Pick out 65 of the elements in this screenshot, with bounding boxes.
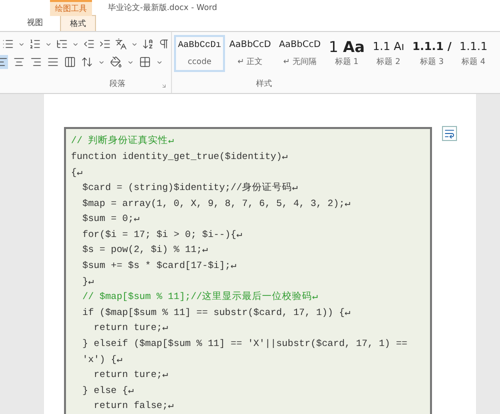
dropdown-caret-icon[interactable] xyxy=(156,58,163,66)
line-spacing-icon[interactable] xyxy=(81,56,93,68)
dropdown-caret-icon[interactable] xyxy=(45,40,52,48)
dialog-launcher-icon[interactable] xyxy=(161,83,167,90)
style-preview: 1.1 Aı xyxy=(372,39,404,55)
code-line: $sum += $s * $card[17-$i];↵ xyxy=(81,259,238,274)
style-preview: 1 Aa xyxy=(328,39,365,55)
code-line: return false;↵ xyxy=(92,399,175,414)
code-line: if ($map[$sum % 11] == substr($card, 17, 1)) {↵ xyxy=(81,306,352,320)
window-title: 毕业论文-最新版.docx - Word xyxy=(108,2,218,14)
borders-icon[interactable] xyxy=(139,56,151,68)
code-line: function identity_get_true($identity)↵ xyxy=(71,150,289,164)
code-line: $card = (string)$identity;//身份证号码↵ xyxy=(81,181,299,196)
shading-icon[interactable] xyxy=(110,56,122,68)
style-gallery-item[interactable]: 1 Aa 标题 1 xyxy=(324,35,369,72)
style-name: 标题 3 xyxy=(420,56,444,68)
code-line: {↵ xyxy=(71,166,84,180)
align-center-icon[interactable] xyxy=(13,56,25,68)
dropdown-caret-icon[interactable] xyxy=(18,40,25,48)
dropdown-caret-icon[interactable] xyxy=(72,40,79,48)
code-line: $sum = 0;↵ xyxy=(81,212,140,226)
increase-indent-icon[interactable] xyxy=(99,38,111,50)
style-name: ↵ 正文 xyxy=(237,56,263,68)
code-line: // $map[$sum % 11];//这里显示最后一位校验码↵ xyxy=(81,290,319,304)
code-line: for($i = 17; $i > 0; $i--){↵ xyxy=(81,228,244,242)
code-line: 'x') {↵ xyxy=(81,352,124,367)
style-name: 标题 2 xyxy=(376,56,400,68)
code-line: // 判断身份证真实性↵ xyxy=(71,134,175,148)
sort-icon[interactable] xyxy=(142,38,154,50)
style-gallery-item[interactable]: AaBbCcD ↵ 正文 xyxy=(225,35,275,72)
style-gallery-item[interactable]: 1.1.1 标题 4 xyxy=(455,35,492,72)
group-label: 样式 xyxy=(256,78,272,90)
code-line: return ture;↵ xyxy=(92,368,169,382)
style-gallery-item[interactable]: AaBbCcDı ccode xyxy=(174,35,226,72)
style-preview: 1.1.1 xyxy=(459,39,488,55)
style-gallery-item[interactable]: 1.1 Aı 标题 2 xyxy=(368,35,408,72)
style-name: 标题 4 xyxy=(462,56,486,68)
code-line: $map = array(1, 0, X, 9, 8, 7, 6, 5, 4, 3, 2);↵ xyxy=(81,196,352,211)
style-preview: AaBbCcD xyxy=(229,39,271,52)
show-marks-icon[interactable] xyxy=(158,38,170,50)
code-line: } else {↵ xyxy=(81,384,135,398)
ribbon-tab[interactable]: 视图 xyxy=(18,15,52,31)
justify-icon[interactable] xyxy=(47,56,59,68)
style-gallery-item[interactable]: AaBbCcD ↵ 无间隔 xyxy=(274,35,325,72)
dropdown-caret-icon[interactable] xyxy=(131,40,138,48)
multilevel-list-icon[interactable] xyxy=(56,38,68,50)
style-preview: AaBbCcD xyxy=(278,39,321,52)
dropdown-caret-icon[interactable] xyxy=(127,58,134,66)
style-preview: 1.1.1 / xyxy=(412,39,452,55)
code-line: $s = pow(2, $i) % 11;↵ xyxy=(81,243,209,258)
contextual-tab-group: 绘图工具 xyxy=(50,0,92,16)
code-line: }↵ xyxy=(81,274,95,289)
numbered-list-icon[interactable] xyxy=(29,38,41,50)
code-line: } elseif ($map[$sum % 11] == 'X'||substr($card, 17, 1) == xyxy=(81,337,408,352)
style-name: ccode xyxy=(188,56,212,68)
style-preview: AaBbCcDı xyxy=(178,39,222,52)
style-name: ↵ 无间隔 xyxy=(283,56,316,68)
group-label: 段落 xyxy=(110,78,126,90)
align-right-icon[interactable] xyxy=(30,56,42,68)
ribbon-tab[interactable]: 格式 xyxy=(60,15,96,31)
style-name: 标题 1 xyxy=(334,56,359,68)
decrease-indent-icon[interactable] xyxy=(83,38,95,50)
style-gallery-item[interactable]: 1.1.1 / 标题 3 xyxy=(408,35,456,72)
code-line: return ture;↵ xyxy=(92,321,169,336)
dropdown-caret-icon[interactable] xyxy=(98,58,105,66)
